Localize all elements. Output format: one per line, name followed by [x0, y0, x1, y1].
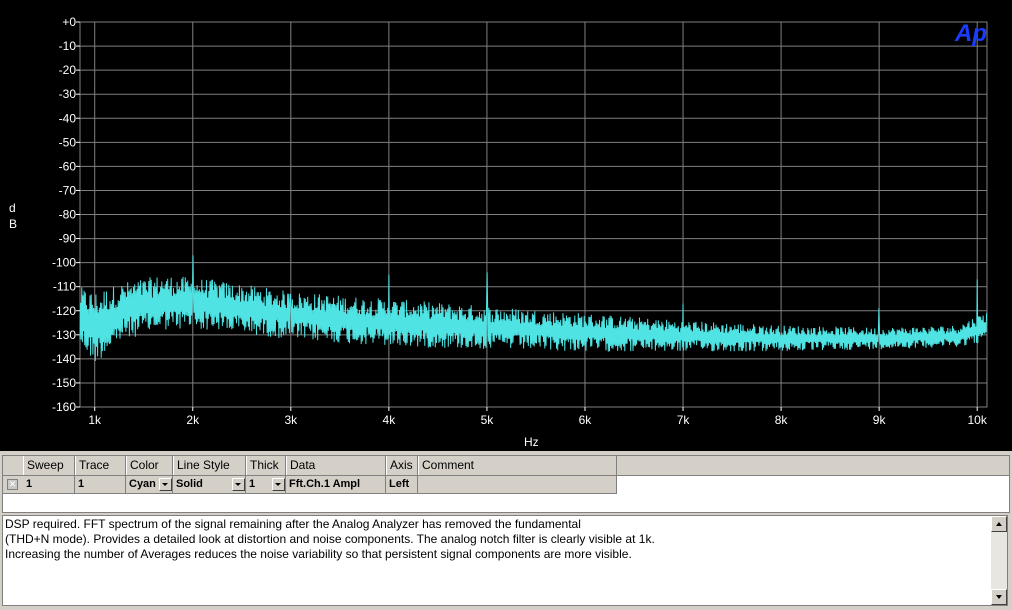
comment-textarea[interactable]: DSP required. FFT spectrum of the signal…	[2, 515, 1008, 606]
x-tick-label: 10k	[968, 413, 988, 427]
scroll-up-icon[interactable]	[991, 516, 1007, 532]
y-tick-label: -130	[52, 328, 76, 342]
y-axis-ticks: +0 -10 -20 -30 -40 -50 -60 -70 -80 -90 -100 -110 -12…	[52, 15, 76, 414]
header-line-style[interactable]: Line Style	[173, 456, 246, 475]
y-axis-label-d: d	[9, 201, 16, 215]
sweep-table: Sweep Trace Color Line Style Thick Data …	[2, 455, 1010, 513]
x-axis-ticks: 1k 2k 3k 4k 5k 6k 7k 8k 9k 10k	[88, 413, 987, 427]
header-color[interactable]: Color	[126, 456, 173, 475]
y-tick-label: -90	[59, 232, 77, 246]
scroll-down-icon[interactable]	[991, 589, 1007, 605]
thick-select-value: 1	[249, 478, 256, 490]
cell-data[interactable]: Fft.Ch.1 Ampl	[286, 476, 386, 493]
cell-axis[interactable]: Left	[386, 476, 418, 493]
cell-comment[interactable]	[418, 476, 617, 493]
comment-scrollbar[interactable]	[991, 516, 1007, 605]
header-comment[interactable]: Comment	[418, 456, 617, 475]
y-tick-label: -120	[52, 304, 76, 318]
x-tick-label: 6k	[579, 413, 593, 427]
x-tick-label: 7k	[677, 413, 691, 427]
sweep-table-row[interactable]: ✕ 1 1 Cyan Solid 1 Fft.Ch.1 Ampl Left	[3, 476, 617, 494]
x-tick-label: 3k	[284, 413, 298, 427]
y-tick-label: -70	[59, 183, 77, 197]
x-tick-label: 1k	[88, 413, 102, 427]
y-tick-label: +0	[62, 15, 76, 29]
x-tick-label: 2k	[186, 413, 200, 427]
y-tick-label: -100	[52, 256, 76, 270]
cell-trace[interactable]: 1	[75, 476, 126, 493]
y-tick-label: -110	[53, 280, 76, 294]
fft-trace-series	[79, 255, 988, 362]
y-tick-label: -80	[59, 208, 77, 222]
x-tick-label: 5k	[481, 413, 495, 427]
line-style-dropdown-arrow-icon[interactable]	[232, 478, 245, 491]
header-thick[interactable]: Thick	[246, 456, 286, 475]
graph-panel[interactable]: +0 -10 -20 -30 -40 -50 -60 -70 -80 -90 -100 -110 -12…	[0, 0, 1012, 451]
y-tick-label: -50	[59, 135, 77, 149]
y-tick-label: -10	[59, 39, 77, 53]
header-data[interactable]: Data	[286, 456, 386, 475]
ap-logo: Ap	[954, 20, 987, 47]
header-sweep[interactable]: Sweep	[23, 456, 75, 475]
thick-select[interactable]: 1	[246, 476, 286, 493]
y-axis-label-b: B	[9, 217, 17, 231]
sweep-table-header: Sweep Trace Color Line Style Thick Data …	[3, 456, 1009, 476]
x-tick-label: 9k	[873, 413, 887, 427]
color-dropdown-arrow-icon[interactable]	[159, 478, 172, 491]
thick-dropdown-arrow-icon[interactable]	[272, 478, 285, 491]
y-tick-label: -60	[59, 159, 77, 173]
grid-lines	[76, 21, 988, 411]
trace-enable-checkbox[interactable]: ✕	[7, 479, 18, 490]
line-style-select-value: Solid	[176, 478, 203, 490]
y-tick-label: -160	[52, 400, 76, 414]
y-tick-label: -150	[52, 376, 76, 390]
line-style-select[interactable]: Solid	[173, 476, 246, 493]
comment-text: DSP required. FFT spectrum of the signal…	[5, 517, 655, 561]
cell-sweep[interactable]: 1	[23, 476, 75, 493]
y-tick-label: -20	[59, 63, 77, 77]
header-trace[interactable]: Trace	[75, 456, 126, 475]
x-tick-label: 4k	[383, 413, 397, 427]
y-tick-label: -30	[59, 87, 77, 101]
color-select[interactable]: Cyan	[126, 476, 173, 493]
x-axis-label: Hz	[524, 435, 539, 449]
fft-graph[interactable]: +0 -10 -20 -30 -40 -50 -60 -70 -80 -90 -100 -110 -12…	[0, 0, 1012, 451]
x-tick-label: 8k	[775, 413, 789, 427]
y-tick-label: -40	[59, 111, 77, 125]
y-tick-label: -140	[52, 352, 76, 366]
color-select-value: Cyan	[129, 478, 156, 490]
header-axis[interactable]: Axis	[386, 456, 418, 475]
